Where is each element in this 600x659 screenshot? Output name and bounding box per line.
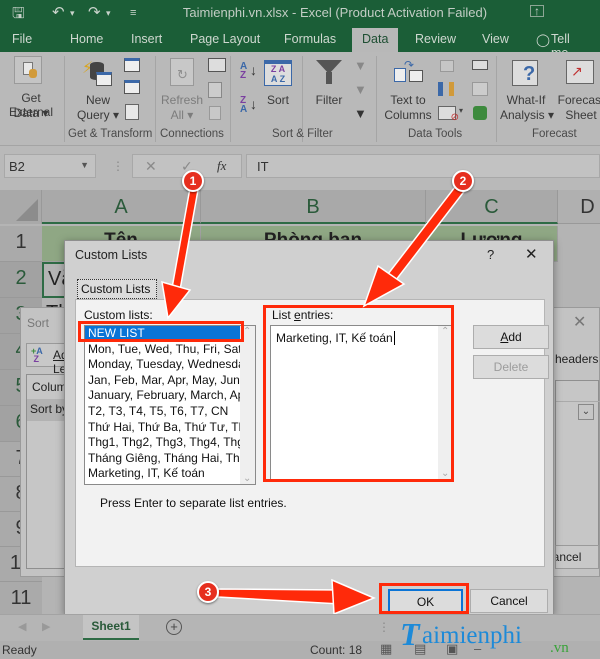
arrow-3 (217, 578, 376, 616)
scroll-sheets-left-icon[interactable]: ◀ (18, 620, 26, 633)
taimienphi-logo: T aimienphi .vn (400, 616, 600, 659)
normal-view-icon[interactable]: ▦ (380, 641, 392, 657)
step-badge-1: 1 (182, 170, 204, 192)
logo-suffix: .vn (550, 640, 569, 656)
tab-split-handle[interactable]: ⋮ (378, 620, 390, 634)
add-sheet-button[interactable]: + (166, 619, 182, 635)
logo-t-icon: T (400, 616, 420, 652)
annotation-arrows (161, 181, 468, 616)
arrow-1 (161, 187, 199, 320)
status-count: Count: 18 (310, 643, 363, 657)
logo-text: aimienphi (422, 622, 522, 649)
status-ready: Ready (2, 643, 37, 657)
sheet-tab-sheet1[interactable]: Sheet1 (83, 615, 139, 640)
scroll-sheets-right-icon[interactable]: ▶ (42, 620, 50, 633)
step-badge-2: 2 (452, 170, 474, 192)
step-badge-3: 3 (197, 581, 219, 603)
arrow-2 (362, 181, 468, 308)
